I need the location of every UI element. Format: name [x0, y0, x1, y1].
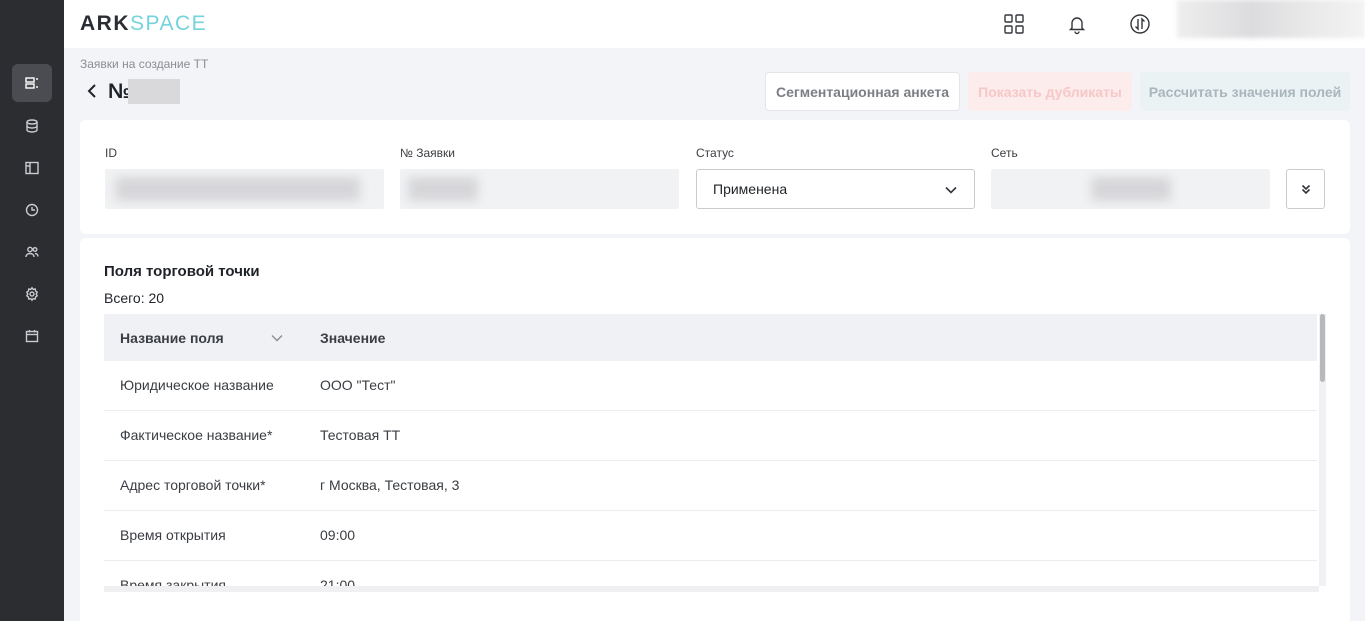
cell-field-name: Адрес торговой точки* [120, 477, 266, 493]
logo-ark: ARK [80, 12, 130, 35]
table-row[interactable]: Время открытия 09:00 [104, 511, 1317, 561]
sidebar [0, 0, 64, 621]
request-number-field[interactable] [400, 169, 679, 209]
network-field[interactable] [991, 169, 1270, 209]
sidebar-item-database[interactable] [12, 107, 52, 145]
sidebar-item-calendar[interactable] [12, 317, 52, 355]
expand-filters-button[interactable] [1286, 169, 1325, 209]
layout-icon [25, 161, 39, 175]
user-menu[interactable] [1177, 0, 1365, 38]
status-label: Статус [696, 146, 734, 160]
sync-icon [1130, 14, 1150, 34]
status-select[interactable]: Применена [696, 169, 975, 209]
database-icon [26, 119, 38, 133]
network-label: Сеть [991, 146, 1018, 160]
notifications-button[interactable] [1063, 10, 1091, 38]
status-value: Применена [713, 181, 788, 197]
list-icon [25, 77, 38, 89]
apps-button[interactable] [1000, 10, 1028, 38]
top-bar: ARKSPACE [64, 0, 1365, 48]
breadcrumb[interactable]: Заявки на создание ТТ [80, 57, 208, 71]
column-header-value: Значение [320, 330, 386, 346]
cell-value: ООО "Тест" [320, 377, 396, 393]
bell-icon [1068, 17, 1086, 35]
clock-icon [25, 203, 39, 217]
table-row[interactable]: Фактическое название* Тестовая ТТ [104, 411, 1317, 461]
back-button[interactable] [84, 82, 102, 102]
chevron-left-icon [87, 84, 96, 98]
section-title: Поля торговой точки [104, 263, 260, 280]
sidebar-item-list[interactable] [12, 64, 52, 102]
show-duplicates-button[interactable]: Показать дубликаты [968, 72, 1132, 111]
fields-table: Название поля Значение Юридическое назва… [104, 314, 1317, 586]
cell-value: Тестовая ТТ [320, 427, 401, 443]
table-row[interactable]: Время закрытия 21:00 [104, 561, 1317, 586]
sidebar-item-settings[interactable] [12, 275, 52, 313]
horizontal-scrollbar[interactable] [104, 586, 1319, 592]
calculate-fields-button[interactable]: Рассчитать значения полей [1140, 72, 1350, 111]
request-number-redacted [128, 79, 180, 104]
sidebar-item-users[interactable] [12, 233, 52, 271]
apps-grid-icon [1004, 14, 1024, 34]
id-label: ID [105, 146, 117, 160]
table-row[interactable]: Адрес торговой точки* г Москва, Тестовая… [104, 461, 1317, 511]
cell-value: 21:00 [320, 577, 356, 586]
users-icon [25, 246, 39, 258]
cell-field-name: Время открытия [120, 527, 226, 543]
id-field[interactable] [105, 169, 384, 209]
sync-button[interactable] [1126, 10, 1154, 38]
chevron-down-icon [945, 186, 957, 194]
sidebar-item-history[interactable] [12, 191, 52, 229]
double-chevron-down-icon [1301, 184, 1310, 195]
total-count: Всего: 20 [104, 290, 165, 306]
gear-icon [25, 286, 39, 302]
sort-button[interactable] [270, 331, 284, 345]
logo[interactable]: ARKSPACE [80, 12, 207, 36]
logo-space: SPACE [130, 12, 208, 35]
cell-value: 09:00 [320, 527, 356, 543]
vertical-scrollbar-thumb[interactable] [1320, 314, 1325, 382]
table-row[interactable]: Юридическое название ООО "Тест" [104, 361, 1317, 411]
column-header-field-name[interactable]: Название поля [120, 330, 224, 346]
chevron-down-icon [271, 335, 283, 342]
request-number-label: № Заявки [400, 146, 455, 160]
cell-value: г Москва, Тестовая, 3 [320, 477, 460, 493]
segmentation-form-button[interactable]: Сегментационная анкета [765, 72, 960, 111]
cell-field-name: Фактическое название* [120, 427, 273, 443]
calendar-icon [25, 330, 39, 343]
cell-field-name: Юридическое название [120, 377, 274, 393]
table-header: Название поля Значение [104, 314, 1317, 361]
sidebar-item-layout[interactable] [12, 149, 52, 187]
cell-field-name: Время закрытия [120, 577, 226, 586]
